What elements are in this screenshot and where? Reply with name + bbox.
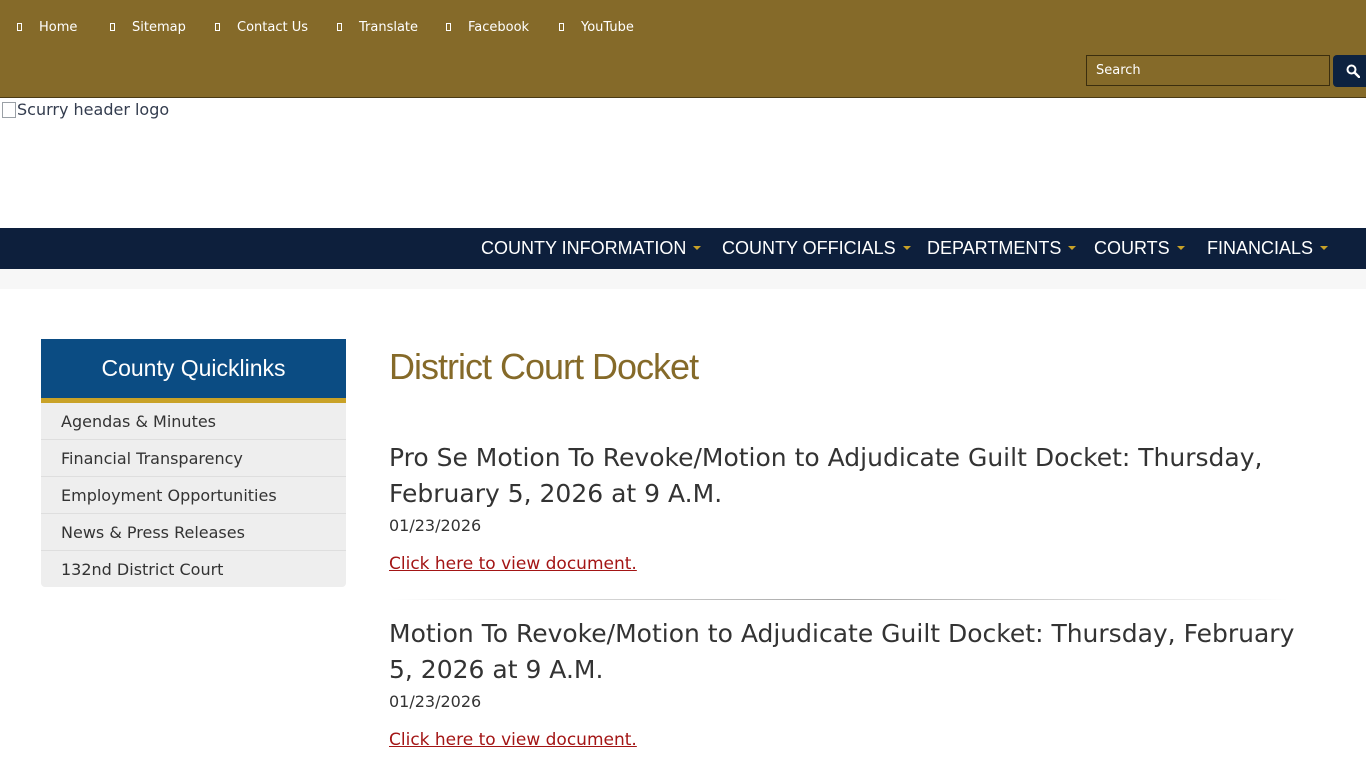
- nav-county-information-label: COUNTY INFORMATION: [481, 238, 687, 258]
- contact-icon: [215, 23, 220, 31]
- sitemap-icon: [110, 23, 115, 31]
- docket-entry-title: Motion To Revoke/Motion to Adjudicate Gu…: [389, 619, 1295, 684]
- quicklink-132nd-district-court[interactable]: 132nd District Court: [41, 551, 346, 587]
- nav-courts-label: COURTS: [1094, 238, 1170, 258]
- quicklink-agendas-minutes[interactable]: Agendas & Minutes: [41, 403, 346, 440]
- search-input[interactable]: [1086, 55, 1330, 86]
- nav-departments[interactable]: DEPARTMENTS: [927, 228, 1077, 269]
- nav-financials-label: FINANCIALS: [1207, 238, 1314, 258]
- search-icon: [1346, 64, 1360, 78]
- docket-entry-title: Pro Se Motion To Revoke/Motion to Adjudi…: [389, 443, 1263, 508]
- nav-county-information[interactable]: COUNTY INFORMATION: [481, 228, 702, 269]
- page-title: District Court Docket: [389, 346, 699, 387]
- nav-courts[interactable]: COURTS: [1094, 228, 1185, 269]
- utility-bar: Home Sitemap Contact Us Translate Facebo…: [0, 0, 1366, 98]
- nav-county-officials-label: COUNTY OFFICIALS: [722, 238, 896, 258]
- translate-link[interactable]: Translate: [337, 17, 418, 37]
- county-quicklinks: County Quicklinks Agendas & Minutes Fina…: [41, 339, 346, 587]
- caret-down-icon: [1068, 245, 1077, 250]
- docket-entry-date: 01/23/2026: [389, 692, 482, 711]
- quicklink-financial-transparency[interactable]: Financial Transparency: [41, 440, 346, 477]
- youtube-link[interactable]: YouTube: [559, 17, 634, 37]
- caret-down-icon: [1320, 245, 1329, 250]
- broken-image-icon: [2, 101, 16, 118]
- translate-link-label: Translate: [359, 19, 419, 35]
- sitemap-link-label: Sitemap: [132, 19, 186, 35]
- entry-divider: [389, 599, 1289, 600]
- quicklink-employment-opportunities[interactable]: Employment Opportunities: [41, 477, 346, 514]
- view-document-link[interactable]: Click here to view document.: [389, 554, 637, 574]
- home-icon: [17, 23, 22, 31]
- youtube-icon: [559, 23, 564, 31]
- view-document-link[interactable]: Click here to view document.: [389, 730, 637, 750]
- quicklinks-title: County Quicklinks: [41, 339, 346, 403]
- header-logo[interactable]: Scurry header logo: [2, 100, 169, 119]
- search-button[interactable]: [1333, 55, 1366, 87]
- sitemap-link[interactable]: Sitemap: [110, 17, 186, 37]
- facebook-link[interactable]: Facebook: [446, 17, 529, 37]
- docket-entry: Pro Se Motion To Revoke/Motion to Adjudi…: [389, 440, 1299, 574]
- translate-icon: [337, 23, 342, 31]
- nav-county-officials[interactable]: COUNTY OFFICIALS: [722, 228, 911, 269]
- home-link-label: Home: [39, 19, 78, 35]
- main-nav: COUNTY INFORMATION COUNTY OFFICIALS DEPA…: [0, 228, 1366, 269]
- quicklink-news-press-releases[interactable]: News & Press Releases: [41, 514, 346, 551]
- youtube-link-label: YouTube: [581, 19, 634, 35]
- nav-departments-label: DEPARTMENTS: [927, 238, 1062, 258]
- facebook-icon: [446, 23, 451, 31]
- contact-us-link[interactable]: Contact Us: [215, 17, 308, 37]
- caret-down-icon: [902, 245, 911, 250]
- docket-entry: Motion To Revoke/Motion to Adjudicate Gu…: [389, 616, 1299, 750]
- facebook-link-label: Facebook: [468, 19, 530, 35]
- caret-down-icon: [1176, 245, 1185, 250]
- header-logo-alt: Scurry header logo: [17, 100, 170, 119]
- contact-us-link-label: Contact Us: [237, 19, 308, 35]
- quicklinks-list: Agendas & Minutes Financial Transparency…: [41, 403, 346, 587]
- home-link[interactable]: Home: [17, 17, 77, 37]
- nav-financials[interactable]: FINANCIALS: [1207, 228, 1329, 269]
- caret-down-icon: [693, 245, 702, 250]
- docket-entry-date: 01/23/2026: [389, 516, 482, 535]
- nav-subband: [0, 269, 1366, 289]
